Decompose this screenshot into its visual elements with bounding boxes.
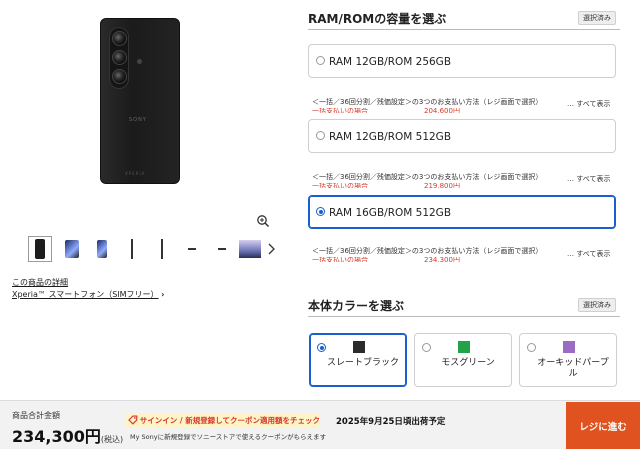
price-line: 一括支払いの場合 219,800円 bbox=[312, 183, 460, 188]
breadcrumb[interactable]: Xperia™ スマートフォン（SIMフリー） › bbox=[12, 289, 164, 300]
color-swatch bbox=[353, 341, 365, 353]
color-option-slate-black[interactable]: スレートブラック bbox=[309, 333, 407, 387]
camera-lens bbox=[112, 69, 127, 84]
color-section-header: 本体カラーを選ぶ 選択済み bbox=[308, 297, 620, 317]
selected-badge: 選択済み bbox=[578, 298, 616, 312]
chevron-right-icon: › bbox=[161, 290, 165, 299]
phone-back: SONY XPERIA bbox=[100, 18, 180, 184]
thumbnail-image bbox=[161, 239, 163, 259]
thumbnail-image bbox=[218, 248, 226, 250]
total-price: 234,300円(税込) bbox=[12, 423, 123, 447]
price-line: 一括支払いの場合 234,300円 bbox=[312, 257, 460, 262]
camera-lens bbox=[112, 31, 127, 46]
storage-option-16-512[interactable]: RAM 16GB/ROM 512GB bbox=[308, 195, 616, 229]
color-label: モスグリーン bbox=[441, 358, 495, 368]
radio-button[interactable] bbox=[316, 56, 325, 65]
breadcrumb-label[interactable]: Xperia™ スマートフォン（SIMフリー） bbox=[12, 290, 159, 299]
camera-module bbox=[109, 27, 129, 89]
thumbnail-image bbox=[65, 240, 79, 258]
show-all-link[interactable]: … すべて表示 bbox=[567, 174, 610, 184]
coupon-link[interactable]: サインイン / 新規登録してクーポン適用額をチェック bbox=[140, 415, 320, 426]
storage-option-label: RAM 12GB/ROM 256GB bbox=[329, 56, 452, 68]
thumbnail-image bbox=[35, 239, 45, 259]
product-detail-link[interactable]: この商品の詳細 bbox=[12, 277, 68, 288]
coupon-banner[interactable]: サインイン / 新規登録してクーポン適用額をチェック bbox=[126, 413, 320, 427]
thumbnail-image bbox=[239, 240, 261, 258]
storage-option-12-512[interactable]: RAM 12GB/ROM 512GB bbox=[308, 119, 616, 153]
coupon-subtext: My Sonyに新規登録でソニーストアで使えるクーポンがもらえます bbox=[130, 433, 327, 441]
radio-button[interactable] bbox=[316, 131, 325, 140]
show-all-link[interactable]: … すべて表示 bbox=[567, 249, 610, 259]
radio-button[interactable] bbox=[422, 343, 431, 352]
product-gallery: SONY XPERIA この商品の詳細 Xperia™ スマートフォン（SIMフ… bbox=[0, 0, 290, 400]
thumbnail-side-view[interactable] bbox=[120, 236, 144, 262]
storage-option-12-256[interactable]: RAM 12GB/ROM 256GB bbox=[308, 44, 616, 78]
camera-lens bbox=[112, 50, 127, 65]
storage-section-title: RAM/ROMの容量を選ぶ bbox=[308, 12, 447, 26]
radio-button-selected[interactable] bbox=[317, 343, 326, 352]
storage-section-header: RAM/ROMの容量を選ぶ 選択済み bbox=[308, 10, 620, 30]
thumbnail-bottom-view[interactable] bbox=[210, 236, 234, 262]
thumbnail-back-view[interactable] bbox=[28, 236, 52, 262]
phone-model-text: XPERIA bbox=[125, 171, 146, 176]
ship-date: 2025年9月25日頃出荷予定 bbox=[336, 417, 446, 427]
show-all-link[interactable]: … すべて表示 bbox=[567, 99, 610, 109]
coupon-tag-icon bbox=[128, 415, 138, 425]
color-section-title: 本体カラーを選ぶ bbox=[308, 299, 405, 313]
storage-option-label: RAM 16GB/ROM 512GB bbox=[329, 207, 452, 219]
thumbnail-side-view-2[interactable] bbox=[150, 236, 174, 262]
thumbnail-front-view[interactable] bbox=[60, 236, 84, 262]
payment-note: ＜一括／36回分割／残価設定＞の3つのお支払い方法（レジ画面で選択） bbox=[312, 247, 543, 255]
checkout-bar: 商品合計金額 234,300円(税込) サインイン / 新規登録してクーポン適用… bbox=[0, 400, 640, 449]
zoom-icon[interactable] bbox=[256, 214, 270, 228]
price-line: 一括支払いの場合 204,600円 bbox=[312, 108, 460, 113]
color-label: オーキッドパープル bbox=[537, 358, 609, 379]
thumbnail-strip bbox=[26, 236, 286, 264]
camera-flash bbox=[137, 59, 142, 64]
total-price-value: 234,300円 bbox=[12, 427, 101, 446]
tax-note: (税込) bbox=[100, 435, 124, 444]
total-label: 商品合計金額 bbox=[12, 411, 60, 420]
radio-button[interactable] bbox=[527, 343, 536, 352]
color-label: スレートブラック bbox=[326, 358, 399, 368]
checkout-button[interactable]: レジに進む bbox=[566, 402, 640, 449]
payment-note: ＜一括／36回分割／残価設定＞の3つのお支払い方法（レジ画面で選択） bbox=[312, 173, 543, 181]
thumbnail-image bbox=[188, 248, 196, 250]
thumbnail-image bbox=[131, 239, 133, 259]
product-image[interactable]: SONY XPERIA bbox=[100, 18, 182, 186]
color-option-moss-green[interactable]: モスグリーン bbox=[414, 333, 512, 387]
payment-note: ＜一括／36回分割／残価設定＞の3つのお支払い方法（レジ画面で選択） bbox=[312, 98, 543, 106]
color-option-orchid-purple[interactable]: オーキッドパープル bbox=[519, 333, 617, 387]
thumbnail-lifestyle[interactable] bbox=[238, 236, 262, 262]
thumbnail-top-view[interactable] bbox=[180, 236, 204, 262]
phone-brand-text: SONY bbox=[129, 117, 147, 123]
thumbnail-image bbox=[97, 240, 107, 258]
selected-badge: 選択済み bbox=[578, 11, 616, 25]
radio-button-selected[interactable] bbox=[316, 207, 325, 216]
thumbnail-front-single[interactable] bbox=[90, 236, 114, 262]
color-swatch bbox=[458, 341, 470, 353]
chevron-right-icon[interactable] bbox=[266, 242, 276, 256]
storage-option-label: RAM 12GB/ROM 512GB bbox=[329, 131, 452, 143]
color-swatch bbox=[563, 341, 575, 353]
